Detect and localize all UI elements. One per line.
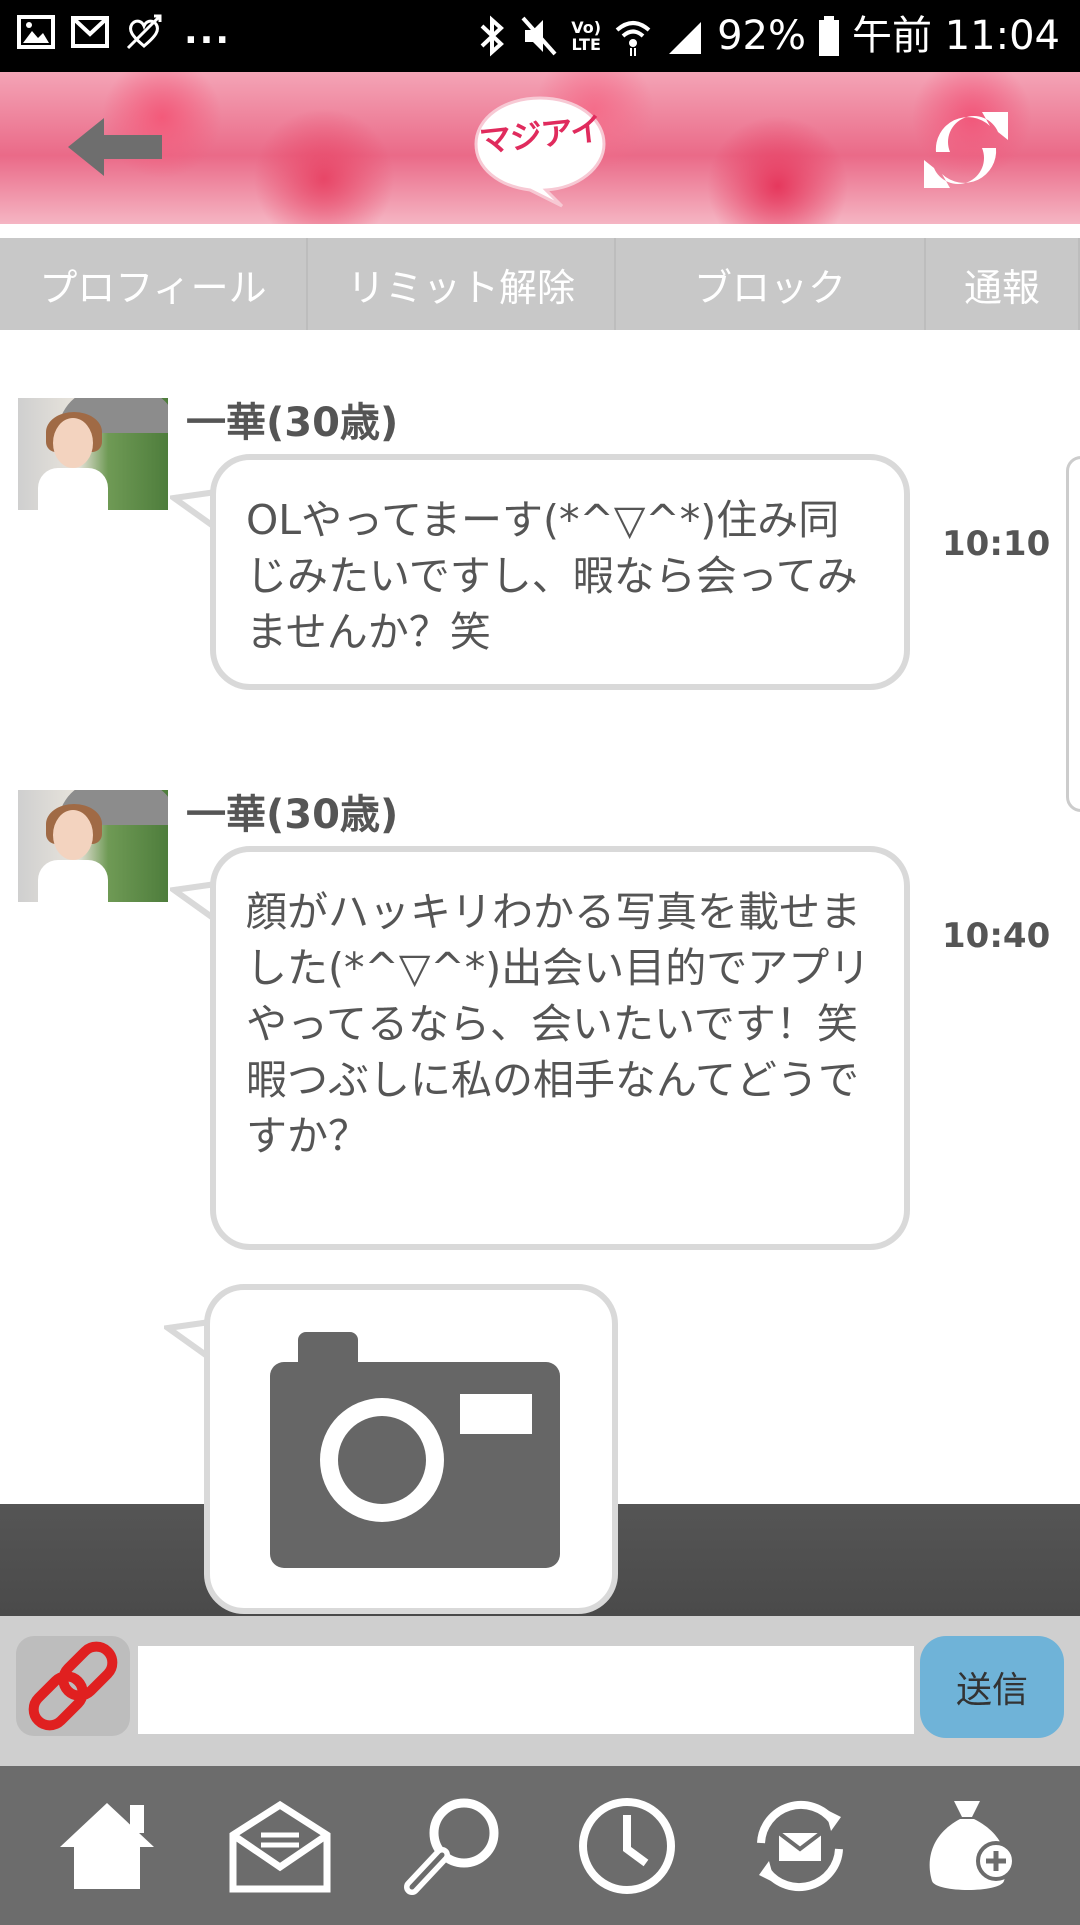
heart-arrow-icon xyxy=(126,14,162,50)
mail-icon xyxy=(229,1800,331,1892)
nav-points[interactable] xyxy=(913,1786,1033,1906)
tab-report[interactable]: 通報 xyxy=(926,238,1078,330)
nav-mail-refresh[interactable] xyxy=(740,1786,860,1906)
attach-link-button[interactable] xyxy=(16,1636,130,1736)
bag-plus-icon xyxy=(929,1800,1017,1890)
volte-lte-indicator: Vo) LTE xyxy=(571,18,602,54)
wifi-icon xyxy=(615,21,651,56)
back-arrow-icon[interactable] xyxy=(60,112,170,182)
message-composer: 送信 xyxy=(0,1616,1080,1766)
app-logo: マジアイ xyxy=(470,90,610,210)
tab-block[interactable]: ブロック xyxy=(616,238,924,330)
nav-search[interactable] xyxy=(393,1786,513,1906)
sender-avatar[interactable] xyxy=(18,398,168,510)
clock: 午前 11:04 xyxy=(852,13,1060,59)
chain-link-icon xyxy=(28,1641,118,1731)
message-time: 10:10 xyxy=(942,524,1051,564)
status-bar: ... Vo) LTE 92% 午前 11:04 xyxy=(0,0,1080,72)
sender-name: 一華(30歳) xyxy=(186,792,399,838)
battery-icon xyxy=(819,16,839,56)
bottom-nav xyxy=(0,1766,1080,1925)
mute-icon xyxy=(521,16,557,56)
refresh-icon[interactable] xyxy=(916,102,1016,198)
camera-icon xyxy=(270,1332,560,1568)
system-icons: Vo) LTE 92% 午前 11:04 xyxy=(477,10,1060,62)
message-time: 10:40 xyxy=(942,916,1051,956)
battery-percent: 92% xyxy=(717,13,806,59)
home-icon xyxy=(59,1802,154,1889)
notification-icons: ... xyxy=(16,12,231,52)
nav-history[interactable] xyxy=(567,1786,687,1906)
nav-home[interactable] xyxy=(47,1786,167,1906)
tab-limit-release[interactable]: リミット解除 xyxy=(308,238,614,330)
signal-icon xyxy=(669,22,702,54)
bluetooth-icon xyxy=(480,15,505,57)
more-notifications: ... xyxy=(184,11,232,52)
nav-mail[interactable] xyxy=(220,1786,340,1906)
message-bubble: 顔がハッキリわかる写真を載せました(*^▽^*)出会い目的でアプリやってるなら、… xyxy=(210,846,910,1250)
photo-message-bubble[interactable] xyxy=(204,1284,618,1614)
message-bubble: OLやってまーす(*^▽^*)住み同じみたいですし、暇なら会ってみませんか？笑 xyxy=(210,454,910,690)
search-icon xyxy=(404,1798,499,1895)
sender-name: 一華(30歳) xyxy=(186,400,399,446)
clock-icon xyxy=(578,1797,675,1894)
profile-action-tabs: プロフィール リミット解除 ブロック 通報 xyxy=(0,238,1080,330)
scroll-indicator[interactable] xyxy=(1066,456,1080,812)
mail-refresh-icon xyxy=(756,1800,843,1891)
sender-avatar[interactable] xyxy=(18,790,168,902)
gmail-icon xyxy=(71,16,109,48)
send-button[interactable]: 送信 xyxy=(920,1636,1064,1738)
gallery-icon xyxy=(17,15,55,49)
message-input[interactable] xyxy=(138,1646,914,1734)
tab-profile[interactable]: プロフィール xyxy=(0,238,306,330)
app-header: マジアイ xyxy=(0,72,1080,224)
